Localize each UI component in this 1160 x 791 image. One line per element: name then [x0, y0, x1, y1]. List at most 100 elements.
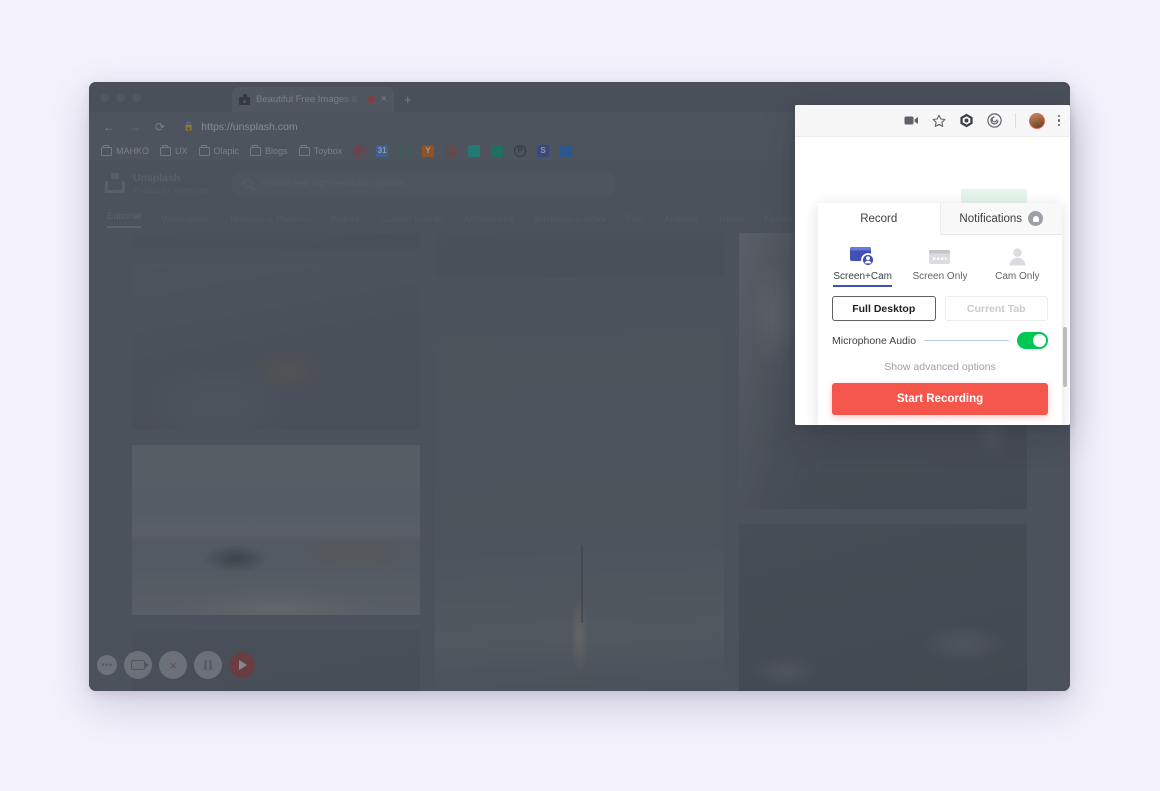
photo-item[interactable]	[738, 523, 1027, 691]
tab-record[interactable]: Record	[818, 203, 941, 235]
search-input[interactable]: Search free high-resolution photos	[231, 170, 617, 197]
close-window-button[interactable]	[100, 93, 109, 102]
bookmark-folder-ux[interactable]: UX	[160, 144, 188, 156]
recording-dot-icon	[367, 96, 375, 103]
extension-spiral-icon[interactable]	[986, 113, 1002, 128]
extension-dark-icon[interactable]	[959, 113, 974, 128]
bookmark-label: MAHKO	[116, 146, 150, 156]
start-recording-button[interactable]: Start Recording	[832, 383, 1048, 415]
microphone-level-line	[924, 339, 1009, 342]
photo-item[interactable]	[435, 233, 724, 278]
recording-targets: Full Desktop Current Tab	[818, 287, 1062, 321]
unsplash-camera-icon	[105, 173, 125, 194]
microphone-audio-row: Microphone Audio	[818, 321, 1062, 349]
photo-item[interactable]	[132, 444, 421, 616]
green-plus-circle-icon	[491, 145, 504, 157]
bookmark-blue-s-icon[interactable]: S	[537, 145, 550, 157]
microphone-audio-toggle[interactable]	[1017, 332, 1048, 349]
extension-toolbar	[795, 105, 1070, 137]
category-nature[interactable]: Nature	[331, 214, 360, 225]
bookmark-blue-app-icon[interactable]	[560, 145, 573, 157]
bookmark-folder-mahko[interactable]: MAHKO	[101, 144, 150, 156]
category-editorial[interactable]: Editorial	[107, 211, 142, 228]
bookmark-product-hunt-icon[interactable]: P	[514, 145, 527, 157]
close-icon[interactable]: ×	[381, 94, 387, 105]
bookmark-label: Blogs	[265, 146, 288, 156]
stop-recording-button[interactable]: ×	[159, 651, 187, 679]
bookmark-label: Olapic	[213, 146, 240, 156]
yellow-app-icon: Y	[422, 145, 435, 157]
pause-recording-button[interactable]	[194, 651, 222, 679]
recorder-tabs: Record Notifications	[818, 203, 1062, 235]
screen-only-icon	[928, 245, 951, 266]
unsplash-logo-tagline: Photos for everyone	[133, 184, 210, 195]
maximize-window-button[interactable]	[132, 93, 141, 102]
category-architecture[interactable]: Architecture	[463, 214, 514, 225]
search-icon	[243, 179, 253, 188]
star-bookmark-icon[interactable]	[932, 114, 946, 128]
reload-icon[interactable]: ⟳	[155, 121, 165, 133]
mode-screen-only[interactable]: Screen Only	[901, 245, 978, 287]
category-wallpapers[interactable]: Wallpapers	[161, 214, 208, 225]
target-full-desktop[interactable]: Full Desktop	[832, 296, 936, 321]
folder-icon	[250, 144, 262, 156]
bookmark-goodreads-icon[interactable]: g	[445, 145, 458, 157]
bookmark-green-circle-icon[interactable]	[468, 145, 481, 157]
folder-icon	[101, 144, 112, 156]
unsplash-logo[interactable]: Unsplash Photos for everyone	[105, 171, 209, 197]
photo-item[interactable]	[435, 292, 724, 691]
play-record-icon	[239, 660, 247, 670]
mode-screen-only-label: Screen Only	[912, 271, 968, 282]
mode-cam-only-label: Cam Only	[995, 271, 1040, 282]
back-icon[interactable]: ←	[103, 121, 115, 133]
folder-icon	[198, 144, 210, 156]
category-fashion[interactable]: Fashion	[764, 214, 798, 225]
photo-item[interactable]	[132, 233, 421, 249]
tab-record-label: Record	[860, 212, 898, 225]
search-placeholder: Search free high-resolution photos	[260, 178, 406, 189]
bookmark-folder-toybox[interactable]: Toybox	[298, 144, 343, 156]
forward-icon[interactable]: →	[129, 121, 141, 133]
avatar-icon[interactable]	[1028, 112, 1045, 129]
bookmark-google-calendar-icon[interactable]: 31	[376, 145, 389, 157]
mode-cam-only[interactable]: Cam Only	[979, 245, 1056, 287]
bookmark-google-drive-icon[interactable]	[399, 145, 412, 157]
blue-s-icon: S	[537, 145, 550, 157]
more-options-button[interactable]: •••	[97, 655, 117, 675]
browser-tab[interactable]: Beautiful Free Images & P ×	[232, 87, 394, 112]
camera-toggle-button[interactable]	[124, 651, 152, 679]
folder-icon	[298, 144, 310, 156]
photo-item[interactable]	[132, 263, 421, 430]
video-camera-icon[interactable]	[904, 115, 919, 126]
green-circle-icon	[468, 145, 481, 157]
minimize-window-button[interactable]	[116, 93, 125, 102]
blue-app-icon	[560, 145, 573, 157]
bookmark-label: Toybox	[313, 146, 343, 156]
category-textures-patterns[interactable]: Textures & Patterns	[229, 214, 312, 225]
bookmark-green-plus-circle-icon[interactable]	[491, 145, 504, 157]
category-film[interactable]: Film	[626, 214, 644, 225]
category-current-events[interactable]: Current Events	[380, 214, 443, 225]
toolbar-divider	[1014, 113, 1016, 128]
screen-recorder-extension-popup: Record Notifications Screen+Cam Screen O…	[795, 105, 1070, 425]
bookmark-yellow-app-icon[interactable]: Y	[422, 145, 435, 157]
tab-title: Beautiful Free Images & P	[256, 94, 362, 105]
popup-scrollbar[interactable]	[1063, 327, 1067, 387]
category-business-work[interactable]: Business & Work	[534, 214, 606, 225]
start-recording-button[interactable]	[229, 652, 255, 678]
mode-screen-plus-cam[interactable]: Screen+Cam	[824, 245, 901, 287]
microphone-audio-label: Microphone Audio	[832, 334, 917, 347]
category-animals[interactable]: Animals	[664, 214, 698, 225]
window-traffic-lights	[100, 93, 141, 102]
bookmark-folder-blogs[interactable]: Blogs	[250, 144, 288, 156]
bookmark-folder-olapic[interactable]: Olapic	[198, 144, 240, 156]
new-tab-button[interactable]: +	[404, 93, 412, 106]
tab-notifications[interactable]: Notifications	[940, 203, 1062, 235]
target-current-tab[interactable]: Current Tab	[944, 296, 1048, 321]
bookmark-gmail-icon[interactable]: M	[353, 145, 366, 157]
show-advanced-options-link[interactable]: Show advanced options	[818, 349, 1062, 373]
category-travel[interactable]: Travel	[718, 214, 744, 225]
kebab-menu-icon[interactable]	[1057, 114, 1060, 127]
url-text: https://unsplash.com	[201, 120, 298, 133]
bell-icon	[1028, 211, 1044, 226]
